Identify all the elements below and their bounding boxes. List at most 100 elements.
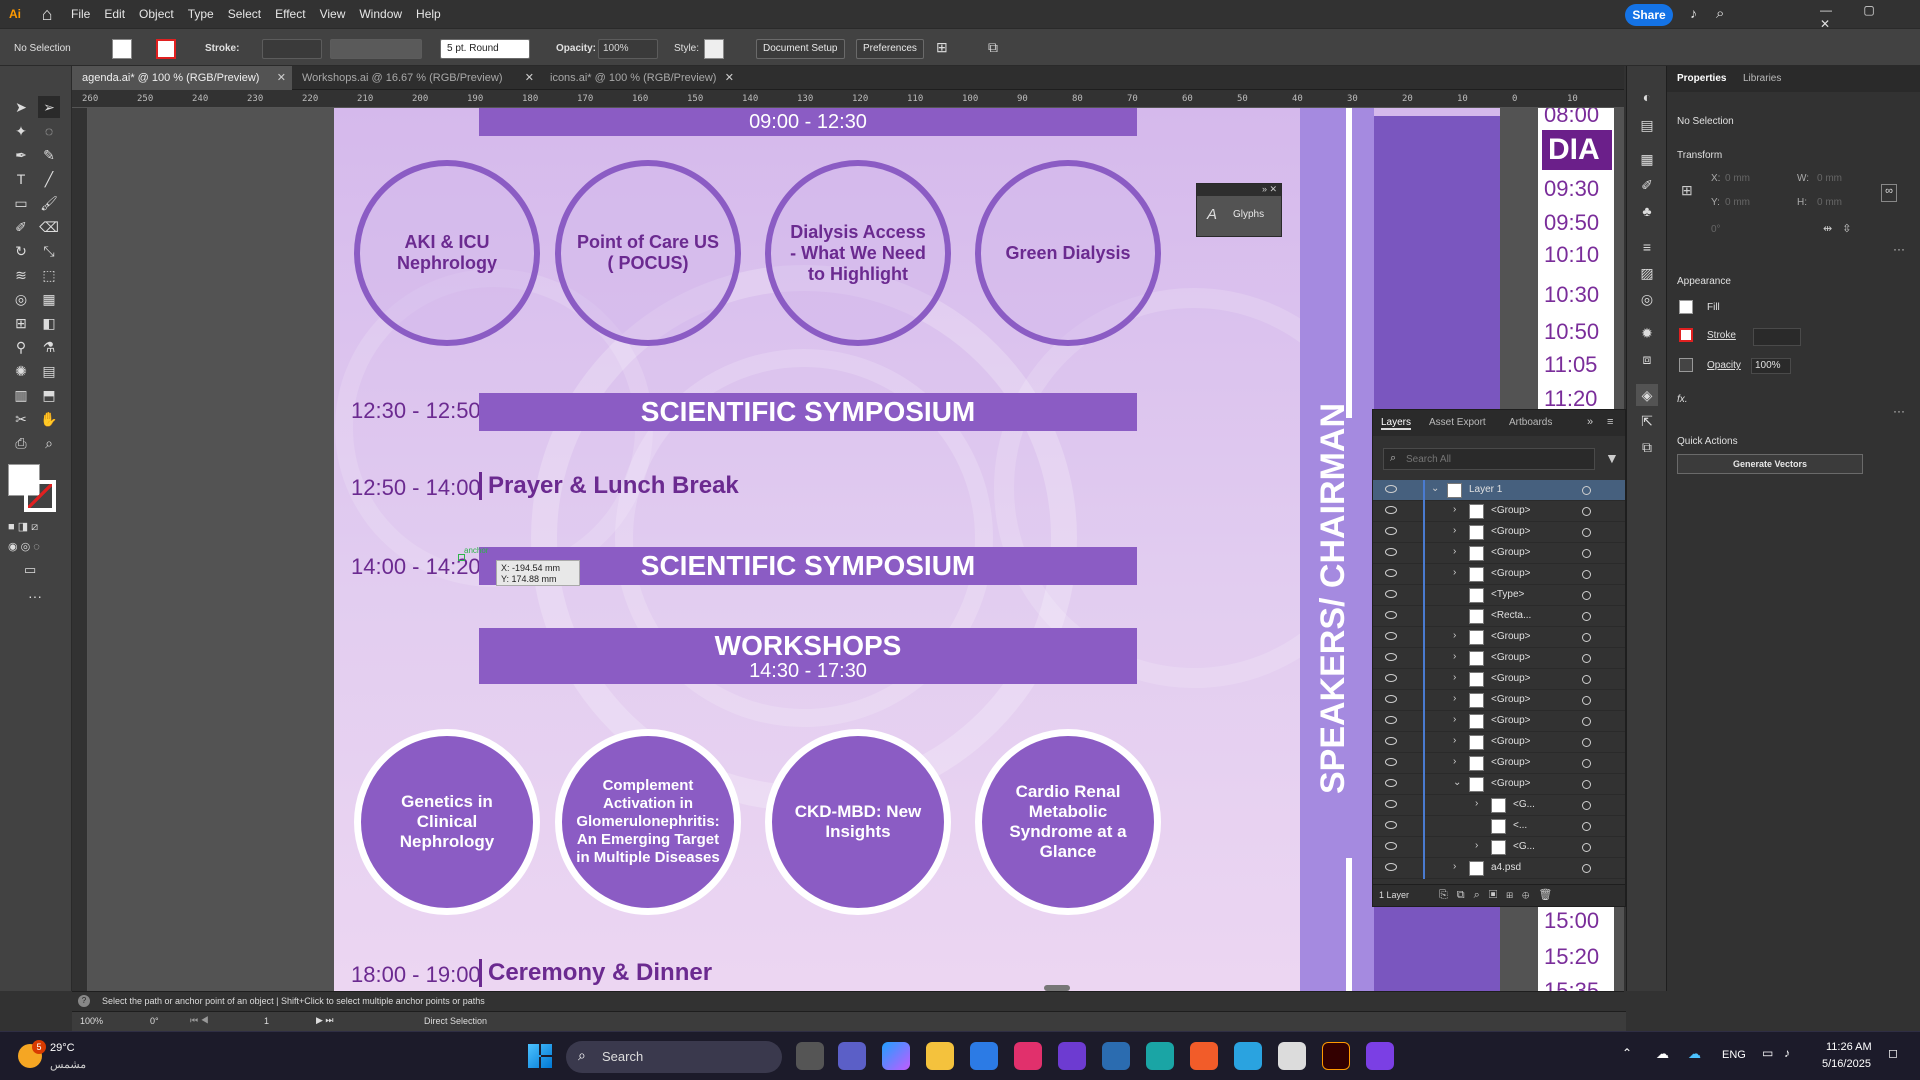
gradient-tool-icon[interactable]: ◧	[38, 312, 60, 334]
export-icon[interactable]: ⇱	[1636, 410, 1658, 432]
layers-icon[interactable]: ◈	[1636, 384, 1658, 406]
topic-circle[interactable]: Dialysis Access - What We Need to Highli…	[765, 160, 951, 346]
more-tools-icon[interactable]: ···	[28, 588, 42, 604]
tab-properties[interactable]: Properties	[1677, 73, 1726, 84]
window-controls[interactable]: — ▢ ✕	[1820, 3, 1920, 31]
graph-tool-icon[interactable]: ▥	[10, 384, 32, 406]
layer-row[interactable]: › <Group>	[1373, 669, 1625, 690]
chevron-right-icon[interactable]: ›	[1453, 714, 1456, 725]
instagram-icon[interactable]	[1014, 1042, 1042, 1070]
workshop-circle[interactable]: Complement Activation in Glomerulonephri…	[555, 729, 741, 915]
visibility-eye-icon[interactable]	[1385, 800, 1397, 808]
topic-circle[interactable]: AKI & ICU Nephrology	[354, 160, 540, 346]
visibility-eye-icon[interactable]	[1385, 590, 1397, 598]
share-button[interactable]: Share	[1625, 4, 1673, 26]
illustrator-icon[interactable]	[1322, 1042, 1350, 1070]
chevron-right-icon[interactable]: ›	[1453, 651, 1456, 662]
glyphs-panel-header[interactable]: » ✕	[1197, 184, 1281, 196]
app-icon[interactable]	[1366, 1042, 1394, 1070]
symposium-band[interactable]: SCIENTIFIC SYMPOSIUM	[479, 393, 1137, 431]
layer-name[interactable]: <Group>	[1491, 652, 1530, 663]
layers-search[interactable]: ⌕	[1383, 448, 1595, 470]
color-icon[interactable]: ◐	[1636, 86, 1658, 108]
layer-name[interactable]: a4.psd	[1491, 862, 1521, 873]
chevron-down-icon[interactable]: ⌄	[1453, 777, 1461, 788]
layer-row[interactable]: › <Group>	[1373, 711, 1625, 732]
artboard-number[interactable]: 1	[264, 1016, 269, 1026]
language-indicator[interactable]: ENG	[1722, 1049, 1746, 1061]
layer-name[interactable]: <Group>	[1491, 631, 1530, 642]
draw-mode-icons[interactable]: ◉ ◎ ◌	[8, 540, 64, 554]
stroke-weight-field[interactable]	[262, 39, 322, 59]
chevron-right-icon[interactable]: ›	[1475, 840, 1478, 851]
visibility-eye-icon[interactable]	[1385, 506, 1397, 514]
free-transform-icon[interactable]: ⬚	[38, 264, 60, 286]
brushes-icon[interactable]: ✐	[1636, 174, 1658, 196]
layer-name[interactable]: <Group>	[1491, 694, 1530, 705]
appearance-icon[interactable]: ✹	[1636, 322, 1658, 344]
ceremony-label[interactable]: Ceremony & Dinner	[479, 959, 712, 987]
workshop-circle[interactable]: Cardio Renal Metabolic Syndrome at a Gla…	[975, 729, 1161, 915]
tab-layers[interactable]: Layers	[1381, 417, 1412, 430]
layer-row[interactable]: <Recta...	[1373, 606, 1625, 627]
layer-row[interactable]: › <Group>	[1373, 690, 1625, 711]
hand-tool-icon[interactable]: ✋	[38, 408, 60, 430]
chevron-right-icon[interactable]: ›	[1453, 567, 1456, 578]
target-icon[interactable]	[1582, 549, 1591, 558]
topic-circle[interactable]: Green Dialysis	[975, 160, 1161, 346]
menu-item-type[interactable]: Type	[181, 0, 221, 28]
visibility-eye-icon[interactable]	[1385, 821, 1397, 829]
type-tool-icon[interactable]: T	[10, 168, 32, 190]
store-icon[interactable]	[970, 1042, 998, 1070]
layer-name[interactable]: <Group>	[1491, 568, 1530, 579]
visibility-eye-icon[interactable]	[1385, 695, 1397, 703]
blend-tool-icon[interactable]: ⚗	[38, 336, 60, 358]
layer-name[interactable]: <Group>	[1491, 505, 1530, 516]
print-tiling-icon[interactable]: ⎙	[10, 432, 32, 454]
copilot-icon[interactable]	[882, 1042, 910, 1070]
app-icon[interactable]	[1058, 1042, 1086, 1070]
target-icon[interactable]	[1582, 633, 1591, 642]
opacity-field-prop[interactable]: 100%	[1751, 358, 1791, 374]
onedrive-icon[interactable]: ☁	[1656, 1046, 1669, 1062]
visibility-eye-icon[interactable]	[1385, 632, 1397, 640]
close-icon[interactable]: ✕	[725, 66, 734, 90]
rectangle-tool-icon[interactable]: ▭	[10, 192, 32, 214]
layer-row[interactable]: › a4.psd	[1373, 858, 1625, 879]
properties-panel[interactable]: Properties Libraries No Selection Transf…	[1666, 66, 1920, 991]
visibility-eye-icon[interactable]	[1385, 485, 1397, 493]
chevron-down-icon[interactable]: ⌄	[1431, 483, 1439, 494]
target-icon[interactable]	[1582, 591, 1591, 600]
target-icon[interactable]	[1582, 486, 1591, 495]
line-tool-icon[interactable]: ╱	[38, 168, 60, 190]
stroke-panel-icon[interactable]: ≡	[1636, 236, 1658, 258]
preferences-button[interactable]: Preferences	[856, 39, 924, 59]
tab-libraries[interactable]: Libraries	[1743, 73, 1781, 84]
menu-item-select[interactable]: Select	[221, 0, 268, 28]
app-icon[interactable]	[1102, 1042, 1130, 1070]
chevron-right-icon[interactable]: ›	[1453, 693, 1456, 704]
bell-icon[interactable]: ♪	[1690, 5, 1697, 21]
target-icon[interactable]	[1582, 780, 1591, 789]
layer-name[interactable]: <...	[1513, 820, 1527, 831]
search-icon[interactable]: ⌕	[1716, 5, 1724, 22]
style-swatch[interactable]	[704, 39, 724, 59]
width-tool-icon[interactable]: ≋	[10, 264, 32, 286]
transparency-icon[interactable]: ◎	[1636, 288, 1658, 310]
artboard-agenda[interactable]: 09:00 - 12:30 AKI & ICU Nephrology Point…	[334, 108, 1500, 991]
chevron-right-icon[interactable]: ›	[1453, 630, 1456, 641]
top-time-band[interactable]: 09:00 - 12:30	[479, 108, 1137, 136]
opacity-label-prop[interactable]: Opacity	[1707, 360, 1741, 371]
layer-name[interactable]: <Group>	[1491, 526, 1530, 537]
volume-icon[interactable]: ♪	[1784, 1046, 1790, 1060]
workshop-circle[interactable]: CKD-MBD: New Insights	[765, 729, 951, 915]
symbol-sprayer-icon[interactable]: ✺	[10, 360, 32, 382]
visibility-eye-icon[interactable]	[1385, 863, 1397, 871]
selection-tool-icon[interactable]: ➤	[10, 96, 32, 118]
file-explorer-icon[interactable]	[926, 1042, 954, 1070]
cloud-app-icon[interactable]	[1278, 1042, 1306, 1070]
layer-row[interactable]: ⌄ Layer 1	[1373, 480, 1625, 501]
visibility-eye-icon[interactable]	[1385, 527, 1397, 535]
onedrive-blue-icon[interactable]: ☁	[1688, 1046, 1701, 1062]
panel-menu-icon[interactable]: ≡	[1607, 416, 1613, 428]
